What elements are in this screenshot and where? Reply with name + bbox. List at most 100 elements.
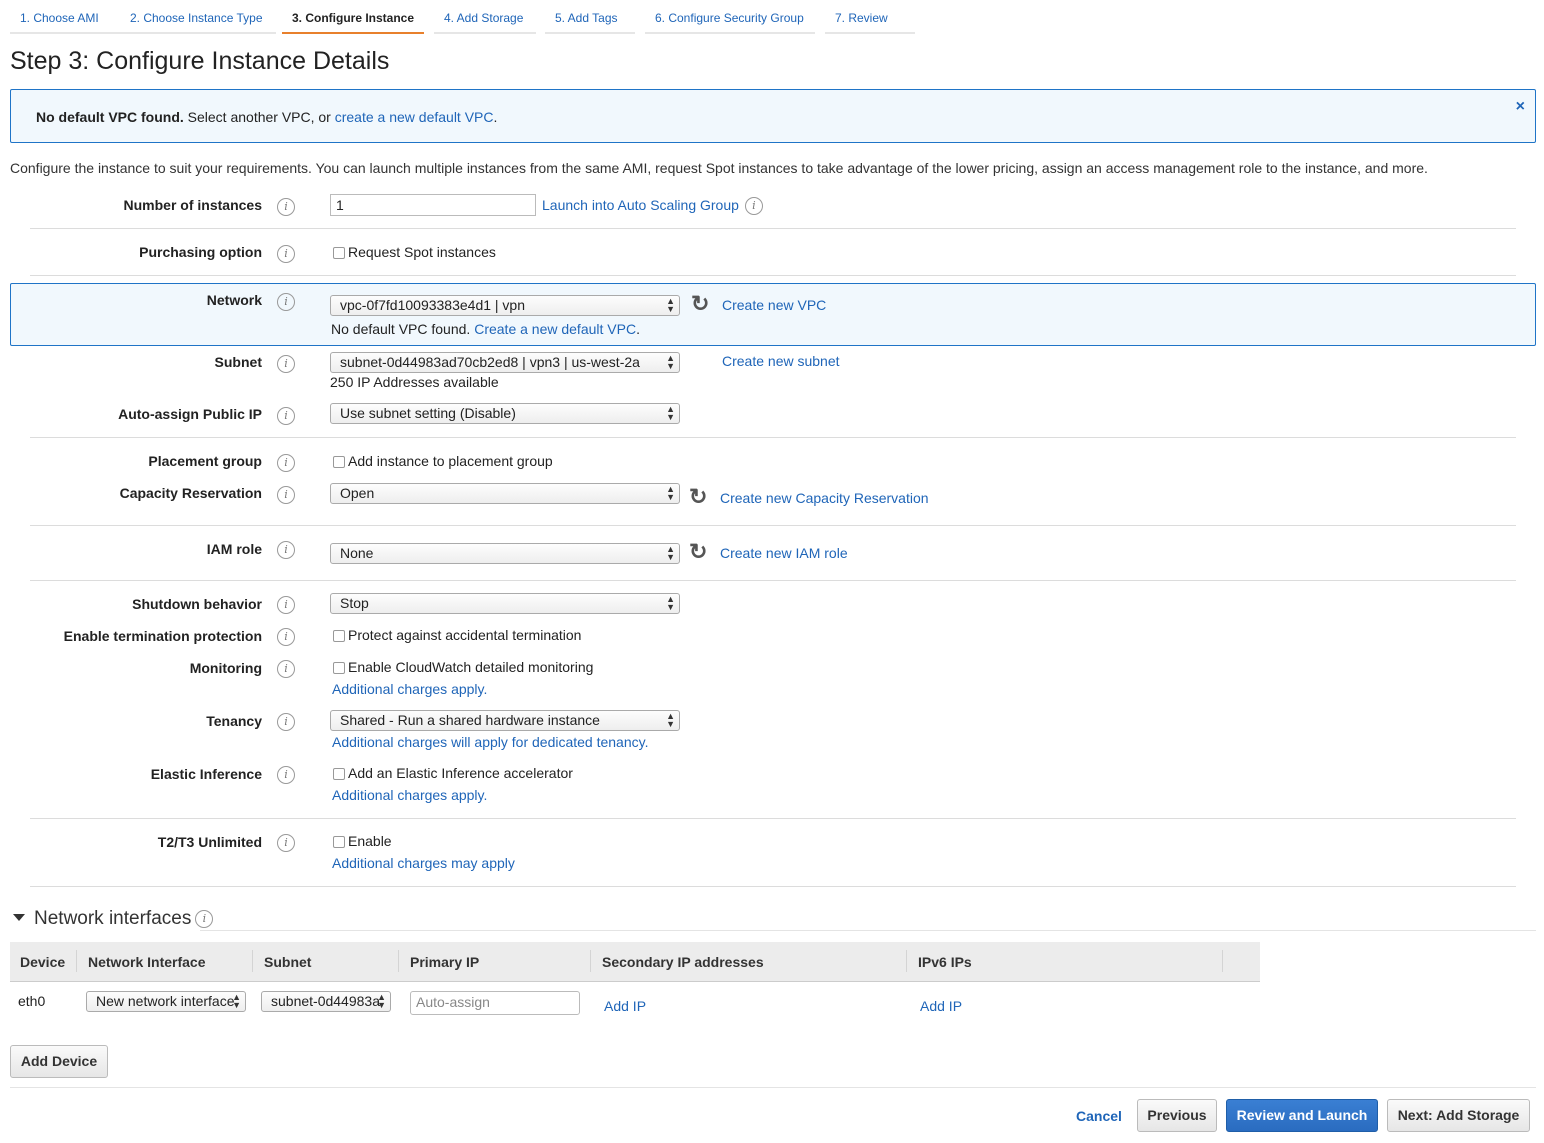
add-ipv6-link[interactable]: Add IP: [920, 998, 962, 1014]
tab-review[interactable]: 7. Review: [825, 0, 915, 34]
create-default-vpc-link[interactable]: create a new default VPC: [335, 109, 494, 125]
column-header-subnet: Subnet: [264, 954, 312, 970]
info-icon[interactable]: i: [277, 454, 295, 472]
subnet-ip-available: 250 IP Addresses available: [330, 374, 499, 390]
subnet-select[interactable]: subnet-0d44983ad70cb2ed8 | vpn3 | us-wes…: [330, 352, 680, 373]
launch-auto-scaling-link[interactable]: Launch into Auto Scaling Group: [542, 197, 739, 213]
column-header-ipv6: IPv6 IPs: [918, 954, 972, 970]
page-description: Configure the instance to suit your requ…: [10, 160, 1428, 176]
previous-button[interactable]: Previous: [1137, 1099, 1217, 1132]
chevron-updown-icon: ▲ ▼: [666, 484, 675, 502]
next-add-storage-button[interactable]: Next: Add Storage: [1387, 1099, 1530, 1132]
shutdown-select[interactable]: Stop ▲ ▼: [330, 593, 680, 614]
divider: [30, 437, 1516, 438]
tenancy-select[interactable]: Shared - Run a shared hardware instance ▲…: [330, 710, 680, 731]
close-icon[interactable]: ×: [1516, 98, 1525, 116]
chevron-updown-icon: ▲ ▼: [666, 594, 675, 612]
column-divider: [590, 950, 591, 972]
tab-add-storage[interactable]: 4. Add Storage: [434, 0, 536, 34]
capacity-select[interactable]: Open ▲ ▼: [330, 483, 680, 504]
number-of-instances-input[interactable]: 1: [330, 194, 536, 216]
tab-add-tags[interactable]: 5. Add Tags: [545, 0, 635, 34]
info-icon[interactable]: i: [277, 407, 295, 425]
create-iam-role-link[interactable]: Create new IAM role: [720, 545, 848, 561]
column-header-device: Device: [20, 954, 66, 970]
collapse-triangle-icon[interactable]: [13, 914, 25, 921]
add-secondary-ip-link[interactable]: Add IP: [604, 998, 646, 1014]
add-device-button[interactable]: Add Device: [10, 1045, 108, 1078]
create-new-vpc-link[interactable]: Create new VPC: [722, 297, 826, 313]
network-note-text: No default VPC found.: [331, 321, 471, 337]
alert-bold-text: No default VPC found.: [36, 109, 184, 125]
column-header-secondary-ip: Secondary IP addresses: [602, 954, 764, 970]
tab-configure-instance[interactable]: 3. Configure Instance: [282, 0, 424, 34]
capacity-label: Capacity Reservation: [119, 485, 262, 501]
network-interfaces-title[interactable]: Network interfaces i: [34, 908, 214, 930]
info-icon[interactable]: i: [744, 197, 763, 216]
column-header-primary-ip: Primary IP: [410, 954, 480, 970]
monitoring-checkbox[interactable]: [333, 662, 345, 674]
refresh-icon[interactable]: ↻: [689, 486, 707, 508]
public-ip-select[interactable]: Use subnet setting (Disable) ▲ ▼: [330, 403, 680, 424]
chevron-updown-icon: ▲ ▼: [377, 992, 386, 1010]
termination-protection-checkbox[interactable]: [333, 630, 345, 642]
network-note-end: .: [636, 321, 640, 337]
network-label: Network: [206, 292, 262, 308]
info-icon[interactable]: i: [277, 660, 295, 678]
tenancy-label: Tenancy: [206, 713, 262, 729]
placement-group-checkbox-label: Add instance to placement group: [348, 453, 553, 469]
placement-label: Placement group: [148, 453, 262, 469]
info-icon[interactable]: i: [277, 245, 295, 263]
interface-subnet-select[interactable]: subnet-0d44983a ▲ ▼: [261, 991, 391, 1012]
cancel-link[interactable]: Cancel: [1076, 1108, 1122, 1124]
iam-role-select[interactable]: None ▲ ▼: [330, 543, 680, 564]
shutdown-label: Shutdown behavior: [132, 596, 262, 612]
network-select[interactable]: vpc-0f7fd10093383e4d1 | vpn ▲ ▼: [330, 295, 680, 316]
create-new-subnet-link[interactable]: Create new subnet: [722, 353, 840, 369]
info-icon[interactable]: i: [277, 293, 295, 311]
monitoring-label: Monitoring: [189, 660, 262, 676]
info-icon[interactable]: i: [195, 910, 214, 928]
create-default-vpc-link-2[interactable]: Create a new default VPC: [474, 321, 636, 337]
elastic-inference-checkbox[interactable]: [333, 768, 345, 780]
no-default-vpc-alert: No default VPC found. Select another VPC…: [10, 89, 1536, 143]
info-icon[interactable]: i: [277, 198, 295, 216]
purchasing-label: Purchasing option: [139, 244, 262, 260]
refresh-icon[interactable]: ↻: [689, 541, 707, 563]
spot-instances-checkbox[interactable]: [333, 247, 345, 259]
column-divider: [398, 950, 399, 972]
info-icon[interactable]: i: [277, 486, 295, 504]
t2t3-charges-link[interactable]: Additional charges may apply: [332, 855, 515, 871]
info-icon[interactable]: i: [277, 834, 295, 852]
divider: [10, 1087, 1536, 1088]
create-capacity-reservation-link[interactable]: Create new Capacity Reservation: [720, 490, 929, 506]
network-interface-select[interactable]: New network interface ▲ ▼: [86, 991, 246, 1012]
info-icon[interactable]: i: [277, 596, 295, 614]
spot-instances-checkbox-label: Request Spot instances: [348, 244, 496, 260]
tenancy-charges-link[interactable]: Additional charges will apply for dedica…: [332, 734, 648, 750]
info-icon[interactable]: i: [277, 713, 295, 731]
tab-configure-security-group[interactable]: 6. Configure Security Group: [645, 0, 815, 34]
tab-choose-instance-type[interactable]: 2. Choose Instance Type: [120, 0, 276, 34]
info-icon[interactable]: i: [277, 541, 295, 559]
column-divider: [1222, 950, 1223, 972]
divider: [30, 228, 1516, 229]
review-and-launch-button[interactable]: Review and Launch: [1226, 1099, 1378, 1132]
chevron-updown-icon: ▲ ▼: [666, 296, 675, 314]
primary-ip-input[interactable]: Auto-assign: [410, 991, 580, 1015]
monitoring-charges-link[interactable]: Additional charges apply.: [332, 681, 487, 697]
tab-choose-ami[interactable]: 1. Choose AMI: [10, 0, 120, 34]
info-icon[interactable]: i: [277, 766, 295, 784]
refresh-icon[interactable]: ↻: [691, 293, 709, 315]
t2t3-unlimited-checkbox[interactable]: [333, 836, 345, 848]
elastic-charges-link[interactable]: Additional charges apply.: [332, 787, 487, 803]
alert-message: No default VPC found. Select another VPC…: [36, 109, 497, 125]
chevron-updown-icon: ▲ ▼: [666, 353, 675, 371]
column-header-network-interface: Network Interface: [88, 954, 206, 970]
placement-group-checkbox[interactable]: [333, 456, 345, 468]
info-icon[interactable]: i: [277, 355, 295, 373]
divider: [30, 818, 1516, 819]
divider: [30, 580, 1516, 581]
info-icon[interactable]: i: [277, 628, 295, 646]
chevron-updown-icon: ▲ ▼: [232, 992, 241, 1010]
